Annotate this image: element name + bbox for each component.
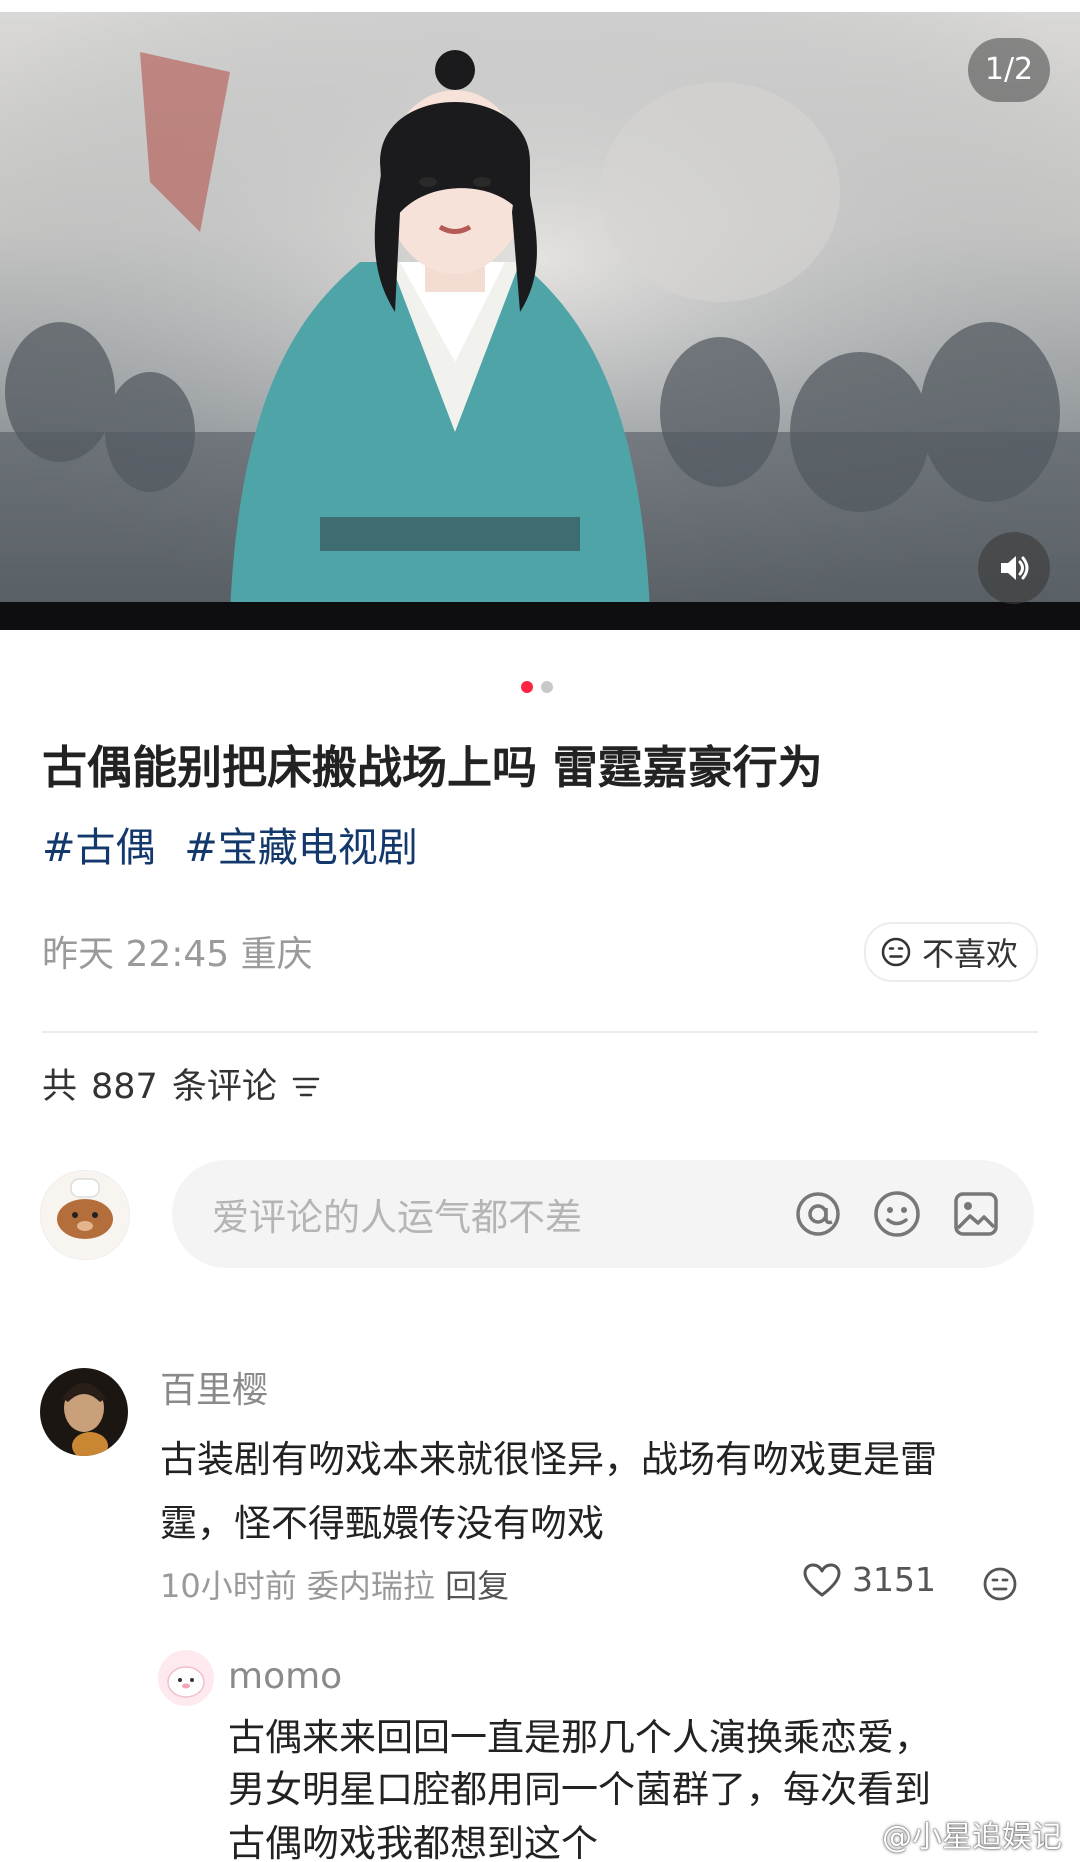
- post-date: 昨天 22:45: [42, 934, 230, 975]
- comment-text: 古装剧有吻戏本来就很怪异，战场有吻戏更是雷: [160, 1438, 937, 1481]
- tag-link[interactable]: #宝藏电视剧: [184, 825, 418, 871]
- emoji-icon[interactable]: [872, 1189, 922, 1239]
- carousel-dot[interactable]: [541, 681, 553, 693]
- like-count: 3151: [852, 1560, 936, 1599]
- avatar[interactable]: [158, 1650, 214, 1706]
- at-icon[interactable]: [794, 1190, 842, 1238]
- comment-author[interactable]: 百里樱: [160, 1366, 268, 1416]
- reply-author[interactable]: momo: [228, 1652, 342, 1702]
- media-carousel[interactable]: 1/2: [0, 0, 1080, 632]
- neutral-face-icon[interactable]: [982, 1566, 1018, 1602]
- comment-input-placeholder[interactable]: 爱评论的人运气都不差: [212, 1187, 794, 1241]
- watermark: @小星追娱记: [838, 1812, 1062, 1856]
- carousel-indicator: [521, 681, 553, 693]
- scene-illustration: [0, 12, 1080, 630]
- comment-time: 10小时前: [160, 1567, 297, 1605]
- commenter-avatar-image: [40, 1368, 128, 1456]
- page-counter: 1/2: [968, 38, 1050, 102]
- tag-link[interactable]: #古偶: [42, 825, 156, 871]
- weibo-icon: [838, 1821, 873, 1849]
- reply-button[interactable]: 回复: [445, 1567, 509, 1605]
- image-icon[interactable]: [952, 1190, 1000, 1238]
- comment-input[interactable]: 爱评论的人运气都不差: [172, 1160, 1034, 1268]
- comment-count-prefix: 共: [42, 1067, 78, 1107]
- post-image[interactable]: [0, 12, 1080, 630]
- reply-avatar-image: [158, 1650, 214, 1706]
- post-title: 古偶能别把床搬战场上吗 雷霆嘉豪行为: [42, 741, 823, 794]
- media-bottom-bar: [0, 602, 1080, 630]
- dislike-button[interactable]: 不喜欢: [863, 922, 1038, 982]
- post-meta: 昨天 22:45 重庆: [42, 930, 313, 980]
- volume-icon: [1001, 556, 1029, 580]
- avatar[interactable]: [40, 1170, 130, 1260]
- comment-text: 霆，怪不得甄嬛传没有吻戏: [160, 1502, 604, 1545]
- comment-meta: 10小时前 委内瑞拉 回复: [160, 1564, 509, 1608]
- filter-icon[interactable]: [291, 1074, 321, 1100]
- comment-count: 887: [91, 1067, 158, 1107]
- reply-text: 古偶吻戏我都想到这个: [228, 1822, 598, 1862]
- watermark-text: @小星追娱记: [882, 1820, 1062, 1855]
- like-button[interactable]: 3151: [802, 1560, 936, 1599]
- volume-button[interactable]: [978, 532, 1050, 604]
- comment-count-suffix: 条评论: [171, 1067, 277, 1107]
- comment-location: 委内瑞拉: [306, 1567, 435, 1605]
- user-avatar-image: [41, 1171, 129, 1259]
- dislike-label: 不喜欢: [921, 935, 1018, 973]
- neutral-face-icon: [881, 937, 911, 967]
- avatar[interactable]: [40, 1368, 128, 1456]
- carousel-dot-active[interactable]: [521, 681, 533, 693]
- post-location: 重庆: [240, 934, 313, 975]
- divider: [42, 1031, 1038, 1033]
- comment-count-header[interactable]: 共 887 条评论: [42, 1062, 321, 1112]
- tag-list: #古偶 #宝藏电视剧: [42, 820, 434, 876]
- heart-icon: [803, 1563, 841, 1596]
